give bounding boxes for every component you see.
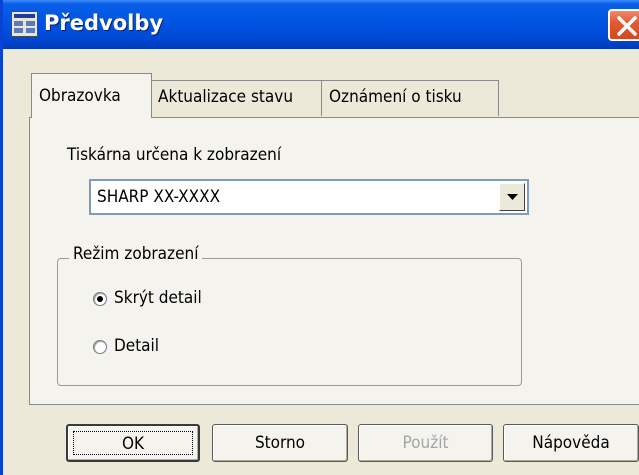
close-x-icon: [617, 16, 637, 36]
chevron-down-icon: [507, 194, 518, 200]
apply-button: Použít: [358, 424, 493, 462]
cancel-button[interactable]: Storno: [212, 424, 348, 462]
ok-button-label: OK: [73, 431, 193, 455]
dropdown-button[interactable]: [499, 183, 525, 211]
help-button[interactable]: Nápověda: [503, 424, 639, 462]
display-mode-title: Režim zobrazení: [69, 244, 203, 264]
ok-button[interactable]: OK: [66, 424, 200, 462]
tab-obrazovka[interactable]: Obrazovka: [31, 73, 152, 118]
preferences-dialog: Předvolby Obrazovka Aktualizace stavu Oz…: [0, 0, 639, 475]
close-button[interactable]: [608, 9, 639, 41]
radio-detail-label[interactable]: Detail: [114, 336, 159, 356]
title-bar[interactable]: Předvolby: [3, 0, 639, 49]
tab-oznameni-o-tisku[interactable]: Oznámení o tisku: [321, 80, 499, 116]
radio-detail[interactable]: [93, 340, 107, 354]
printer-select-value: SHARP XX-XXXX: [97, 187, 221, 207]
display-mode-group: [57, 258, 522, 386]
radio-skryt-detail[interactable]: [93, 292, 107, 306]
printer-label: Tiskárna určena k zobrazení: [67, 145, 282, 165]
printer-select[interactable]: SHARP XX-XXXX: [89, 179, 529, 215]
radio-skryt-detail-label[interactable]: Skrýt detail: [114, 288, 202, 308]
window-title: Předvolby: [44, 11, 164, 35]
tab-aktualizace-stavu[interactable]: Aktualizace stavu: [150, 80, 322, 116]
app-window-icon: [11, 11, 38, 37]
